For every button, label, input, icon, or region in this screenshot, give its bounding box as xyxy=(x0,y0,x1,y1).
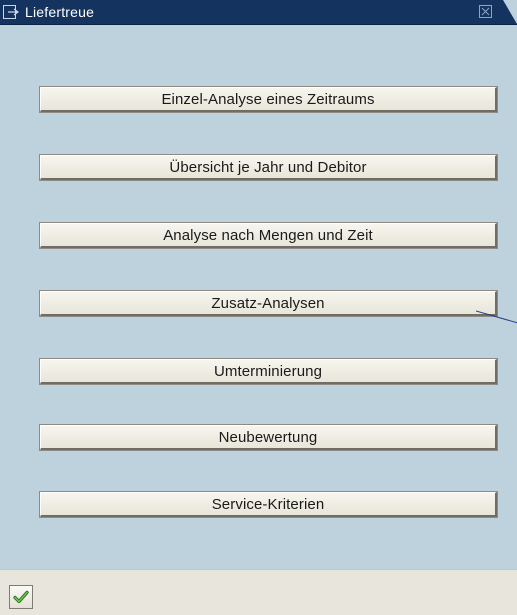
close-button[interactable] xyxy=(479,5,492,18)
mengen-zeit-analyse-button[interactable]: Analyse nach Mengen und Zeit xyxy=(40,223,497,248)
footer-toolbar xyxy=(0,569,517,615)
menu-area: Einzel-Analyse eines Zeitraums Übersicht… xyxy=(0,25,517,569)
connector-line xyxy=(476,310,517,324)
uebersicht-button[interactable]: Übersicht je Jahr und Debitor xyxy=(40,155,497,180)
window-title: Liefertreue xyxy=(25,4,95,20)
checkmark-icon xyxy=(13,590,29,604)
close-icon xyxy=(481,7,490,16)
zusatz-analysen-button[interactable]: Zusatz-Analysen xyxy=(40,291,497,316)
titlebar: Liefertreue xyxy=(0,0,517,25)
window-icon xyxy=(3,5,19,19)
service-kriterien-button[interactable]: Service-Kriterien xyxy=(40,492,497,517)
einzel-analyse-button[interactable]: Einzel-Analyse eines Zeitraums xyxy=(40,87,497,112)
dialog-window: Liefertreue Einzel-Analyse eines Zeitrau… xyxy=(0,0,517,615)
confirm-button[interactable] xyxy=(9,585,33,609)
umterminierung-button[interactable]: Umterminierung xyxy=(40,359,497,384)
neubewertung-button[interactable]: Neubewertung xyxy=(40,425,497,450)
